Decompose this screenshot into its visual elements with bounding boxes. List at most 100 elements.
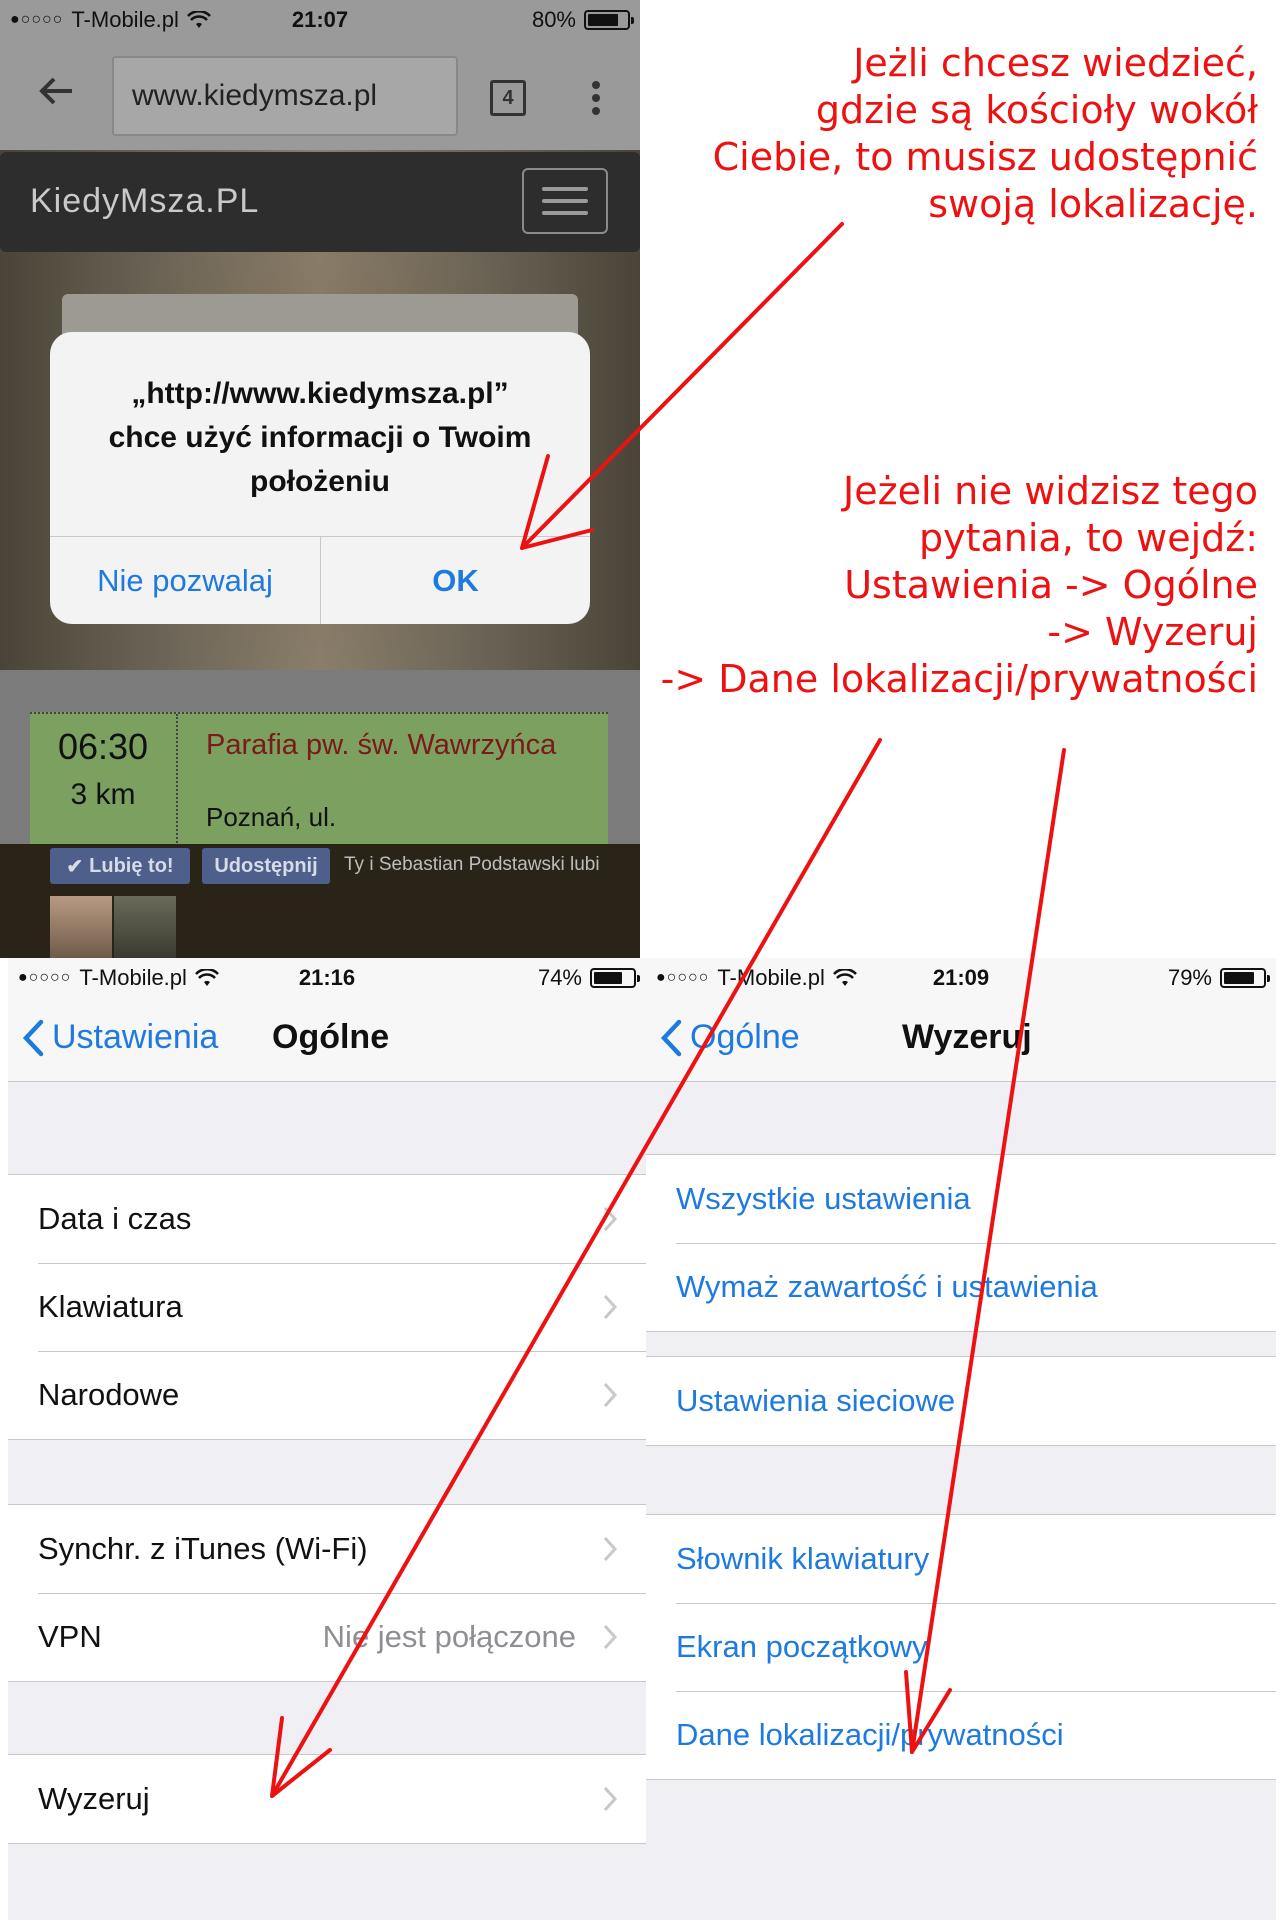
nav-bar: Ogólne Wyzeruj xyxy=(646,998,1276,1082)
signal-icon: ●○○○○ xyxy=(10,11,64,28)
chevron-right-icon xyxy=(603,1786,618,1812)
chevron-right-icon xyxy=(603,1294,618,1320)
chevron-right-icon xyxy=(603,1536,618,1562)
page-title: Wyzeruj xyxy=(902,1018,1032,1056)
carrier: ●○○○○ T-Mobile.pl xyxy=(656,965,857,991)
url-field[interactable]: www.kiedymsza.pl xyxy=(112,56,458,136)
row-label: Data i czas xyxy=(38,1201,192,1236)
annotation-share-location: Jeżli chcesz wiedzieć, gdzie są kościoły… xyxy=(713,40,1258,228)
status-bar: ●○○○○ T-Mobile.pl 21:16 74% xyxy=(8,958,646,998)
row-label: Ekran początkowy xyxy=(676,1629,928,1664)
parish-address: Poznań, ul. xyxy=(206,802,337,832)
annotation-line: -> Wyzeruj xyxy=(1047,610,1258,654)
site-brand[interactable]: KiedyMsza.PL xyxy=(30,182,259,221)
alert-line-1: „http://www.kiedymsza.pl” xyxy=(131,377,509,410)
annotation-reset-instructions: Jeżeli nie widzisz tego pytania, to wejd… xyxy=(661,468,1258,703)
settings-group: Wyzeruj xyxy=(8,1754,646,1844)
battery-icon xyxy=(590,968,640,988)
annotation-line: gdzie są kościoły wokół xyxy=(815,88,1258,132)
battery-status: 74% xyxy=(537,965,640,991)
row-label: Słownik klawiatury xyxy=(676,1541,930,1576)
status-bar: ●○○○○ T-Mobile.pl 21:09 79% xyxy=(646,958,1276,998)
chevron-right-icon xyxy=(603,1624,618,1650)
battery-status: 80% xyxy=(531,7,634,33)
card-divider xyxy=(176,714,178,846)
annotation-line: Jeżli chcesz wiedzieć, xyxy=(853,41,1258,85)
facebook-social-text: Ty i Sebastian Podstawski lubi xyxy=(344,854,600,875)
like-label: Lubię to! xyxy=(89,854,174,877)
mass-time: 06:30 xyxy=(57,726,149,767)
row-reset-all-settings[interactable]: Wszystkie ustawienia xyxy=(646,1155,1276,1243)
settings-general-screen: ●○○○○ T-Mobile.pl 21:16 74% Ustawienia O… xyxy=(8,958,646,1920)
row-reset[interactable]: Wyzeruj xyxy=(8,1755,646,1843)
facebook-like-button[interactable]: ✔ Lubię to! xyxy=(50,848,190,884)
carrier-name: T-Mobile.pl xyxy=(717,965,825,990)
row-home-screen[interactable]: Ekran początkowy xyxy=(646,1603,1276,1691)
settings-group: Wszystkie ustawienia Wymaż zawartość i u… xyxy=(646,1154,1276,1332)
battery-icon xyxy=(1220,968,1270,988)
row-label: Wszystkie ustawienia xyxy=(676,1181,971,1216)
menu-icon[interactable] xyxy=(522,168,608,234)
row-label: Dane lokalizacji/prywatności xyxy=(676,1717,1064,1752)
carrier-name: T-Mobile.pl xyxy=(79,965,187,990)
avatar[interactable] xyxy=(50,896,112,958)
battery-icon xyxy=(584,10,634,30)
battery-status: 79% xyxy=(1167,965,1270,991)
back-label: Ustawienia xyxy=(52,1018,219,1056)
settings-group: Synchr. z iTunes (Wi-Fi) VPN Nie jest poł… xyxy=(8,1504,646,1682)
avatar[interactable] xyxy=(114,896,176,958)
signal-icon: ●○○○○ xyxy=(18,969,72,986)
row-label: Wymaż zawartość i ustawienia xyxy=(676,1269,1098,1304)
settings-group: Ustawienia sieciowe xyxy=(646,1356,1276,1446)
annotation-line: swoją lokalizację. xyxy=(928,182,1258,226)
tab-switcher-button[interactable]: 4 xyxy=(490,80,526,116)
row-label: VPN xyxy=(38,1619,102,1654)
row-erase-content[interactable]: Wymaż zawartość i ustawienia xyxy=(646,1243,1276,1331)
annotation-line: Ustawienia -> Ogólne xyxy=(844,563,1258,607)
ok-button[interactable]: OK xyxy=(321,537,590,624)
chevron-left-icon xyxy=(660,1019,682,1056)
annotation-line: Jeżeli nie widzisz tego xyxy=(843,469,1258,513)
alert-line-3: położeniu xyxy=(250,465,390,498)
row-location-privacy[interactable]: Dane lokalizacji/prywatności xyxy=(646,1691,1276,1779)
carrier: ●○○○○ T-Mobile.pl xyxy=(18,965,219,991)
page-title: Ogólne xyxy=(272,1018,390,1056)
annotation-line: Ciebie, to musisz udostępnić xyxy=(712,135,1258,179)
status-time: 21:07 xyxy=(291,7,349,32)
wifi-icon xyxy=(187,11,211,29)
nav-bar: Ustawienia Ogólne xyxy=(8,998,646,1082)
location-permission-alert: „http://www.kiedymsza.pl” chce użyć info… xyxy=(50,332,590,624)
chevron-left-icon xyxy=(22,1019,44,1056)
row-international[interactable]: Narodowe xyxy=(8,1351,646,1439)
row-vpn[interactable]: VPN Nie jest połączone xyxy=(8,1593,646,1681)
carrier: ●○○○○ T-Mobile.pl xyxy=(10,7,211,33)
battery-percent: 79% xyxy=(1167,965,1212,990)
check-icon: ✔ xyxy=(66,855,84,878)
parish-name[interactable]: Parafia pw. św. Wawrzyńca xyxy=(206,728,596,762)
deny-button[interactable]: Nie pozwalaj xyxy=(50,537,320,624)
row-keyboard[interactable]: Klawiatura xyxy=(8,1263,646,1351)
facebook-share-button[interactable]: Udostępnij xyxy=(202,848,330,884)
row-network-settings[interactable]: Ustawienia sieciowe xyxy=(646,1357,1276,1445)
row-date-time[interactable]: Data i czas xyxy=(8,1175,646,1263)
vpn-status: Nie jest połączone xyxy=(322,1619,576,1654)
battery-percent: 80% xyxy=(531,7,576,32)
back-button[interactable]: Ogólne xyxy=(660,1018,800,1057)
back-label: Ogólne xyxy=(690,1018,800,1056)
row-keyboard-dictionary[interactable]: Słownik klawiatury xyxy=(646,1515,1276,1603)
row-label: Ustawienia sieciowe xyxy=(676,1383,956,1418)
annotation-line: -> Dane lokalizacji/prywatności xyxy=(660,657,1258,701)
settings-group: Słownik klawiatury Ekran początkowy Dane… xyxy=(646,1514,1276,1780)
back-button[interactable]: Ustawienia xyxy=(22,1018,218,1057)
wifi-icon xyxy=(833,969,857,987)
row-itunes-sync[interactable]: Synchr. z iTunes (Wi-Fi) xyxy=(8,1505,646,1593)
back-arrow-icon[interactable] xyxy=(38,76,74,106)
battery-percent: 74% xyxy=(537,965,582,990)
wifi-icon xyxy=(195,969,219,987)
status-time: 21:09 xyxy=(932,965,990,990)
mass-result-card[interactable]: 06:30 3 km Parafia pw. św. Wawrzyńca Poz… xyxy=(30,712,608,846)
more-options-icon[interactable] xyxy=(588,80,604,116)
alert-line-2: chce użyć informacji o Twoim xyxy=(108,421,532,454)
row-label: Narodowe xyxy=(38,1377,180,1412)
settings-reset-screen: ●○○○○ T-Mobile.pl 21:09 79% Ogólne Wyzer… xyxy=(646,958,1276,1920)
